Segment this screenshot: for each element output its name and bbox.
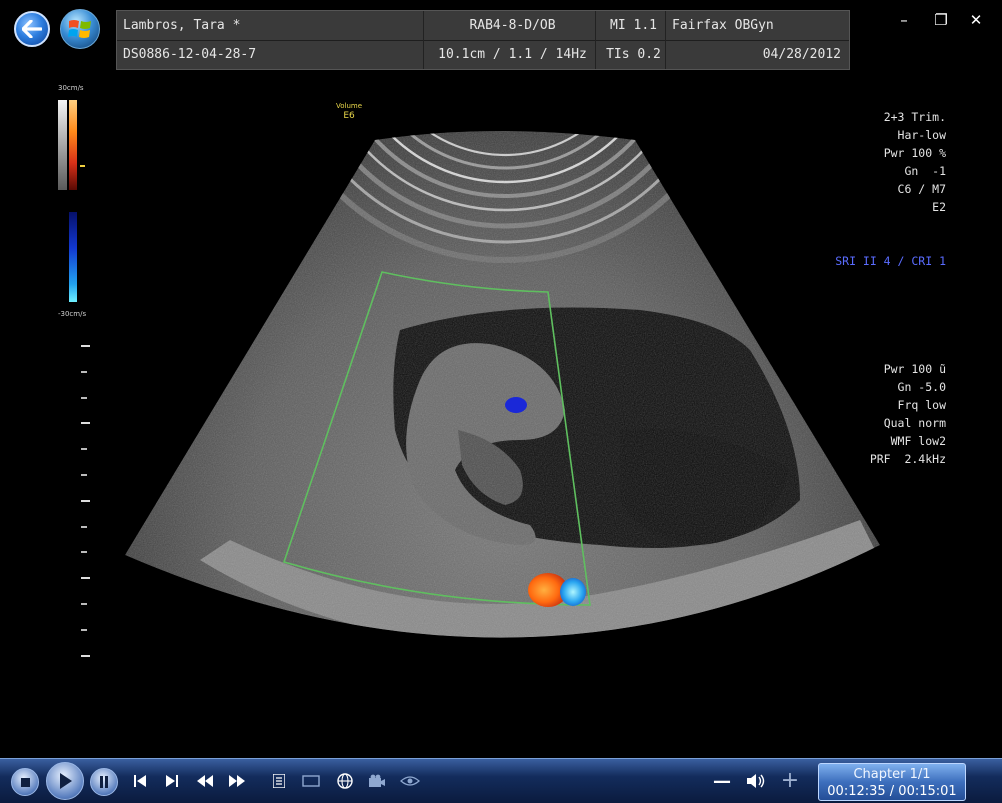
depth-tick [81, 397, 87, 399]
b-mode-parameter-line: Pwr 100 % [883, 146, 946, 160]
minimize-button[interactable]: – [892, 8, 916, 32]
exam-date: 04/28/2012 [665, 40, 851, 69]
doppler-parameter-line: WMF low2 [890, 434, 946, 448]
camera-button[interactable] [366, 771, 388, 791]
b-mode-parameter-line: Har-low [897, 128, 946, 142]
pause-icon [100, 776, 108, 788]
chapter-time-display: Chapter 1/1 00:12:35 / 00:15:01 [818, 763, 966, 801]
rewind-button[interactable] [194, 771, 216, 791]
windows-logo-icon [68, 20, 91, 38]
volume-label: Volume E6 [336, 102, 363, 121]
fast-forward-button[interactable] [226, 771, 248, 791]
volume-up-button[interactable]: + [778, 768, 802, 793]
color-scale-max-label: 30cm/s [58, 84, 84, 92]
doppler-parameter-line: Gn -5.0 [897, 380, 946, 394]
stop-icon [20, 777, 30, 787]
depth-tick [81, 603, 87, 605]
color-scale-negative-bar [69, 212, 77, 302]
arrow-left-icon [22, 20, 42, 38]
chapter-label: Chapter 1/1 [853, 767, 931, 782]
acquisition-parameters: 2+3 Trim. Har-low Pwr 100 % Gn -1 C6 / M7 E2 … [835, 72, 946, 486]
depth-tick [81, 629, 87, 631]
depth-tick [81, 448, 87, 450]
doppler-parameter-line: PRF 2.4kHz [869, 452, 946, 466]
pause-button[interactable] [90, 768, 118, 796]
next-button[interactable] [162, 771, 182, 791]
speaker-icon [747, 774, 765, 788]
maximize-button[interactable]: ❐ [929, 8, 953, 32]
b-mode-parameter-line: C6 / M7 [897, 182, 946, 196]
depth-tick [81, 526, 87, 528]
probe-preset: RAB4-8-D/OB [423, 11, 595, 40]
patient-info-header: Lambros, Tara * RAB4-8-D/OB MI 1.1 Fairf… [116, 10, 850, 70]
doppler-parameter-line: Pwr 100 ũ [883, 362, 946, 376]
sri-parameter: SRI II 4 / CRI 1 [835, 254, 946, 268]
thermal-index: TIs 0.2 [595, 40, 665, 69]
globe-button[interactable] [334, 770, 356, 792]
b-mode-parameter-line: Gn -1 [904, 164, 946, 178]
depth-tick [81, 371, 87, 373]
skip-previous-icon [134, 775, 146, 787]
start-orb[interactable] [60, 9, 100, 49]
depth-tick [81, 577, 90, 579]
globe-icon [337, 773, 353, 789]
b-mode-parameter-line: 2+3 Trim. [883, 110, 946, 124]
mechanical-index: MI 1.1 [595, 11, 665, 40]
stop-button[interactable] [11, 768, 39, 796]
depth-tick [81, 345, 90, 347]
camera-icon [369, 774, 385, 787]
doppler-parameter-line: Frq low [897, 398, 946, 412]
previous-button[interactable] [130, 771, 150, 791]
color-scale-positive-bar [69, 100, 77, 190]
visualization-button[interactable] [398, 771, 422, 791]
fast-forward-icon [229, 775, 245, 787]
b-mode-parameter-line: E2 [932, 200, 946, 214]
b-mode-parameters: 2+3 Trim. Har-low Pwr 100 % Gn -1 C6 / M7 E2 [835, 108, 946, 216]
play-icon [60, 773, 72, 789]
volume-down-button[interactable]: — [710, 771, 734, 792]
rewind-icon [197, 775, 213, 787]
depth-tick [81, 422, 90, 424]
depth-tick [81, 655, 90, 657]
institution-name: Fairfax OBGyn [665, 11, 851, 40]
exam-id: DS0886-12-04-28-7 [123, 47, 257, 62]
depth-tick [81, 474, 87, 476]
grayscale-bar [58, 100, 67, 190]
back-button[interactable] [14, 11, 50, 47]
patient-name: Lambros, Tara * [123, 18, 241, 33]
depth-tick [81, 500, 90, 502]
media-player-controls: — + Chapter 1/1 00:12:35 / 00:15:01 [0, 758, 1002, 803]
doppler-flow-blue [560, 578, 586, 606]
depth-tick [81, 551, 87, 553]
mute-button[interactable] [744, 770, 768, 792]
close-button[interactable]: ✕ [964, 8, 988, 32]
depth-frequency: 10.1cm / 1.1 / 14Hz [423, 40, 595, 69]
playlist-icon [273, 774, 285, 788]
scale-tick [80, 165, 85, 167]
skip-next-icon [166, 775, 178, 787]
doppler-parameter-line: Qual norm [883, 416, 946, 430]
playlist-button[interactable] [270, 771, 288, 791]
color-scale-min-label: -30cm/s [58, 310, 87, 318]
play-button[interactable] [46, 762, 84, 800]
screen-icon [302, 775, 320, 787]
color-doppler-parameters: Pwr 100 ũ Gn -5.0 Frq low Qual norm WMF low2… [835, 360, 946, 468]
doppler-flow-blue-small [505, 397, 527, 413]
eye-icon [400, 776, 420, 786]
elapsed-time: 00:12:35 / 00:15:01 [827, 784, 957, 799]
window-controls: – ❐ ✕ [852, 0, 1002, 44]
screen-button[interactable] [300, 771, 322, 791]
